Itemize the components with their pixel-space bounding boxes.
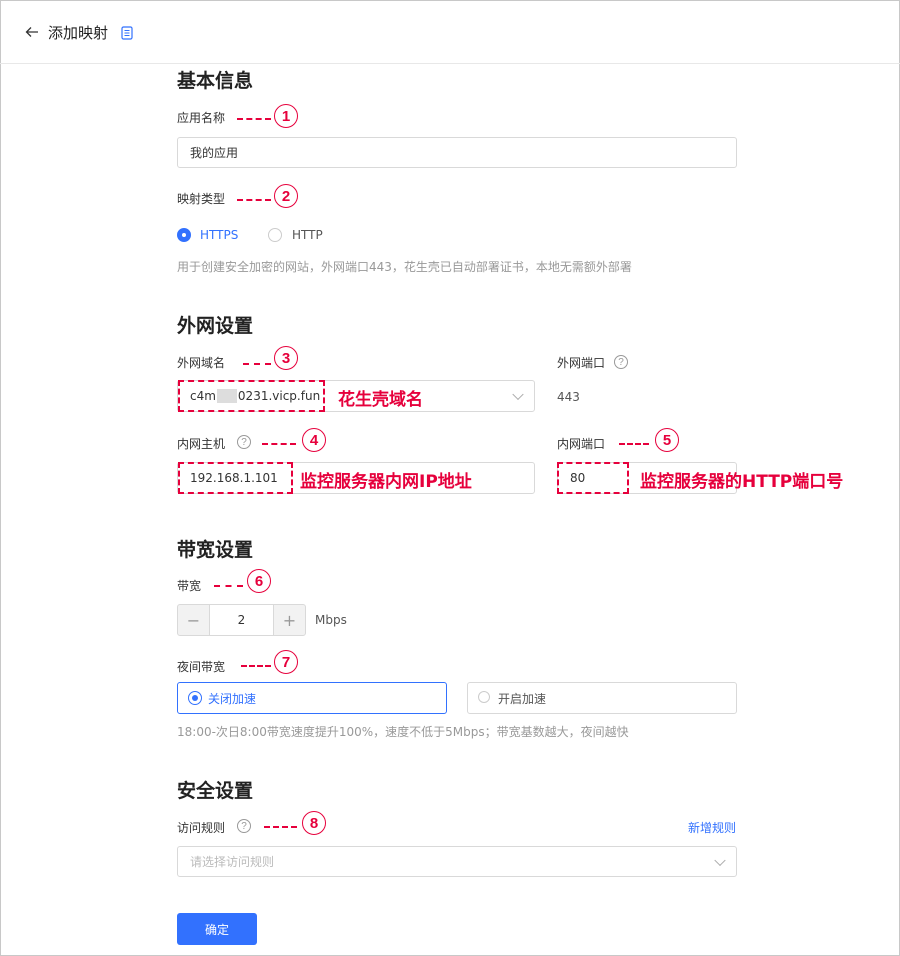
annotation-line-3 <box>243 363 271 365</box>
section-title-basic: 基本信息 <box>177 70 254 92</box>
help-icon[interactable]: ? <box>237 819 251 833</box>
annotation-line-2 <box>237 199 271 201</box>
annotation-number-7: 7 <box>274 650 298 674</box>
annotation-line-7 <box>241 665 271 667</box>
annotation-number-1: 1 <box>274 104 298 128</box>
decrement-button[interactable]: − <box>177 604 210 636</box>
annotation-line-6 <box>214 585 243 587</box>
access-rule-label: 访问规则 <box>177 821 226 835</box>
access-rule-placeholder: 请选择访问规则 <box>190 855 275 869</box>
annotation-number-2: 2 <box>274 184 298 208</box>
annotation-number-6: 6 <box>247 569 271 593</box>
night-option-on[interactable]: 开启加速 <box>467 682 737 714</box>
annotation-box-host <box>178 462 293 494</box>
help-icon[interactable]: ? <box>614 355 628 369</box>
night-bandwidth-label: 夜间带宽 <box>177 660 226 674</box>
night-option-on-label: 开启加速 <box>498 691 547 706</box>
external-port-value: 443 <box>557 390 580 404</box>
annotation-box-port <box>557 462 629 494</box>
bandwidth-label: 带宽 <box>177 579 202 593</box>
mapping-type-label: 映射类型 <box>177 192 226 206</box>
annotation-domain-note: 花生壳域名 <box>338 390 423 410</box>
external-port-label: 外网端口 <box>557 356 606 370</box>
chevron-down-icon <box>714 854 726 866</box>
annotation-number-8: 8 <box>302 811 326 835</box>
app-name-label: 应用名称 <box>177 111 226 125</box>
section-title-bandwidth: 带宽设置 <box>177 539 254 561</box>
annotation-line-8 <box>264 826 297 828</box>
annotation-host-note: 监控服务器内网IP地址 <box>300 472 472 492</box>
inner-port-label: 内网端口 <box>557 437 606 451</box>
annotation-number-4: 4 <box>302 428 326 452</box>
night-option-off[interactable]: 关闭加速 <box>177 682 447 714</box>
chevron-down-icon <box>512 388 524 401</box>
bandwidth-unit: Mbps <box>315 613 347 627</box>
radio-https[interactable] <box>177 228 191 242</box>
radio-http-label[interactable]: HTTP <box>292 228 323 242</box>
annotation-number-5: 5 <box>655 428 679 452</box>
access-rule-select[interactable]: 请选择访问规则 <box>177 846 737 877</box>
annotation-line-4 <box>262 443 296 445</box>
domain-label: 外网域名 <box>177 356 226 370</box>
app-name-input[interactable]: 我的应用 <box>177 137 737 168</box>
annotation-box-domain <box>178 380 325 412</box>
confirm-button[interactable]: 确定 <box>177 913 257 945</box>
night-bandwidth-hint: 18:00-次日8:00带宽速度提升100%，速度不低于5Mbps；带宽基数越大… <box>177 725 629 739</box>
mapping-type-hint: 用于创建安全加密的网站，外网端口443，花生壳已自动部署证书，本地无需额外部署 <box>177 260 632 274</box>
night-on-radio[interactable] <box>478 691 490 703</box>
increment-button[interactable]: + <box>273 604 306 636</box>
bandwidth-input[interactable]: 2 <box>210 604 273 636</box>
radio-http[interactable] <box>268 228 282 242</box>
radio-https-label[interactable]: HTTPS <box>200 228 238 242</box>
host-label: 内网主机 <box>177 437 226 451</box>
night-off-radio[interactable] <box>188 691 202 705</box>
section-title-security: 安全设置 <box>177 780 254 802</box>
add-rule-link[interactable]: 新增规则 <box>688 819 736 836</box>
back-arrow-icon[interactable] <box>24 24 40 40</box>
annotation-line-5 <box>619 443 649 445</box>
annotation-port-note: 监控服务器的HTTP端口号 <box>640 472 844 492</box>
page-title: 添加映射 <box>48 24 109 42</box>
help-icon[interactable]: ? <box>237 435 251 449</box>
page-header: 添加映射 <box>0 0 900 64</box>
document-icon[interactable] <box>121 26 133 40</box>
section-title-external: 外网设置 <box>177 315 254 337</box>
annotation-number-3: 3 <box>274 346 298 370</box>
night-option-off-label: 关闭加速 <box>208 691 257 706</box>
annotation-line-1 <box>237 118 271 120</box>
